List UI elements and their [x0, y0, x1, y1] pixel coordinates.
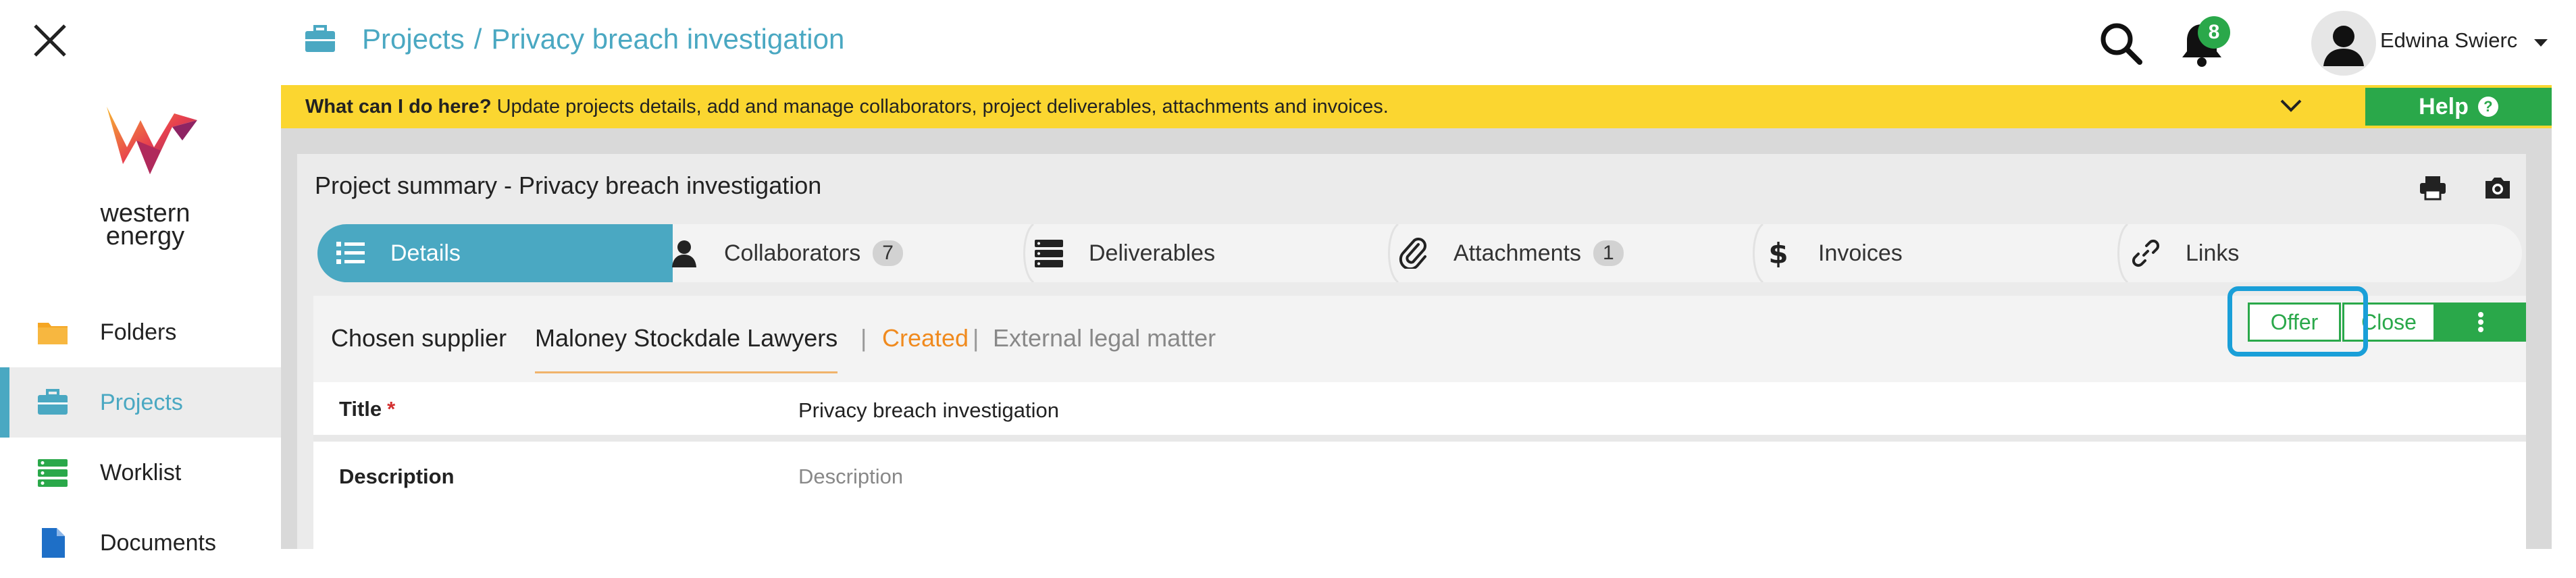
focus-highlight [2227, 286, 2368, 357]
help-banner-text: What can I do here? Update projects deta… [305, 96, 1389, 118]
tab-invoices[interactable]: $ Invoices [1763, 224, 2114, 282]
logo-text-line1: western [100, 199, 190, 228]
paperclip-icon [1399, 238, 1426, 269]
svg-text:$: $ [1768, 238, 1788, 269]
print-icon[interactable] [2418, 174, 2448, 201]
tab-label: Details [390, 240, 461, 266]
page-title: Project summary - Privacy breach investi… [315, 172, 822, 199]
supplier-name[interactable]: Maloney Stockdale Lawyers [535, 324, 838, 352]
folder-icon [38, 323, 68, 344]
matter-type: External legal matter [993, 324, 1216, 352]
tab-links[interactable]: Links [2130, 224, 2481, 282]
breadcrumb: Projects / Privacy breach investigation [362, 23, 844, 55]
tab-label: Deliverables [1089, 240, 1216, 266]
notification-count-badge: 8 [2198, 16, 2230, 49]
briefcase-icon [305, 25, 335, 52]
server-icon [1035, 240, 1063, 267]
required-marker: * [387, 397, 396, 421]
briefcase-icon [38, 389, 68, 415]
title-label: Title * [339, 397, 395, 421]
kebab-menu-icon [2478, 310, 2483, 334]
avatar[interactable] [2311, 11, 2376, 76]
description-label: Description [339, 465, 455, 488]
close-icon[interactable] [30, 20, 70, 61]
separator: | [973, 324, 979, 352]
tab-deliverables[interactable]: Deliverables [1033, 224, 1385, 282]
logo-text-line2: energy [105, 222, 185, 251]
tab-label: Collaborators [724, 240, 861, 266]
help-button-label: Help [2419, 93, 2469, 120]
sidebar-item-worklist[interactable]: Worklist [0, 438, 281, 508]
details-list-icon [336, 242, 365, 264]
status-badge: Created [882, 324, 969, 352]
description-field[interactable]: Description [798, 465, 903, 489]
sidebar-item-label: Documents [100, 529, 216, 556]
more-actions-button[interactable] [2436, 303, 2526, 342]
company-logo[interactable]: western energy [81, 100, 209, 251]
link-icon [2132, 239, 2160, 267]
collaborators-count-badge: 7 [873, 240, 903, 266]
sidebar-item-label: Projects [100, 389, 183, 415]
user-silhouette-icon [2323, 26, 2364, 66]
sidebar-nav: Folders Projects Worklist Documents [0, 297, 281, 578]
title-field[interactable]: Privacy breach investigation [798, 398, 1059, 423]
title-field-row [313, 382, 2526, 442]
attachments-count-badge: 1 [1593, 240, 1624, 266]
question-icon: ? [2477, 97, 2498, 117]
breadcrumb-separator: / [473, 23, 482, 55]
document-icon [42, 528, 65, 558]
sidebar-item-folders[interactable]: Folders [0, 297, 281, 367]
logo-mark-icon [107, 107, 197, 174]
sidebar-item-label: Folders [100, 319, 177, 345]
help-banner: What can I do here? Update projects deta… [281, 85, 2552, 128]
tab-label: Attachments [1453, 240, 1581, 266]
tab-label: Links [2186, 240, 2240, 266]
list-icon [38, 459, 68, 487]
person-icon [672, 240, 696, 267]
help-button[interactable]: Help ? [2365, 88, 2552, 126]
tab-attachments[interactable]: Attachments 1 [1398, 224, 1749, 282]
sidebar-item-label: Worklist [100, 459, 182, 485]
breadcrumb-current: Privacy breach investigation [491, 23, 845, 55]
supplier-underline [535, 371, 838, 373]
camera-icon[interactable] [2483, 174, 2513, 201]
breadcrumb-projects-link[interactable]: Projects [362, 23, 465, 55]
help-banner-lead: What can I do here? [305, 96, 492, 117]
dollar-icon: $ [1768, 238, 1788, 269]
chosen-supplier-label: Chosen supplier [331, 324, 507, 352]
chevron-down-icon[interactable] [2534, 39, 2548, 47]
tab-details[interactable]: Details [317, 224, 673, 282]
separator: | [860, 324, 867, 352]
title-label-text: Title [339, 397, 382, 421]
tab-label: Invoices [1818, 240, 1903, 266]
description-field-row [313, 448, 2526, 549]
sidebar-item-documents[interactable]: Documents [0, 508, 281, 578]
chevron-down-icon[interactable] [2276, 90, 2306, 120]
help-banner-description: Update projects details, add and manage … [496, 96, 1389, 117]
search-icon[interactable] [2098, 20, 2145, 68]
tab-collaborators[interactable]: Collaborators 7 [669, 224, 1020, 282]
user-name[interactable]: Edwina Swierc [2380, 28, 2517, 53]
sidebar: western energy Folders Projects Worklist… [0, 0, 281, 558]
sidebar-item-projects[interactable]: Projects [0, 367, 281, 438]
